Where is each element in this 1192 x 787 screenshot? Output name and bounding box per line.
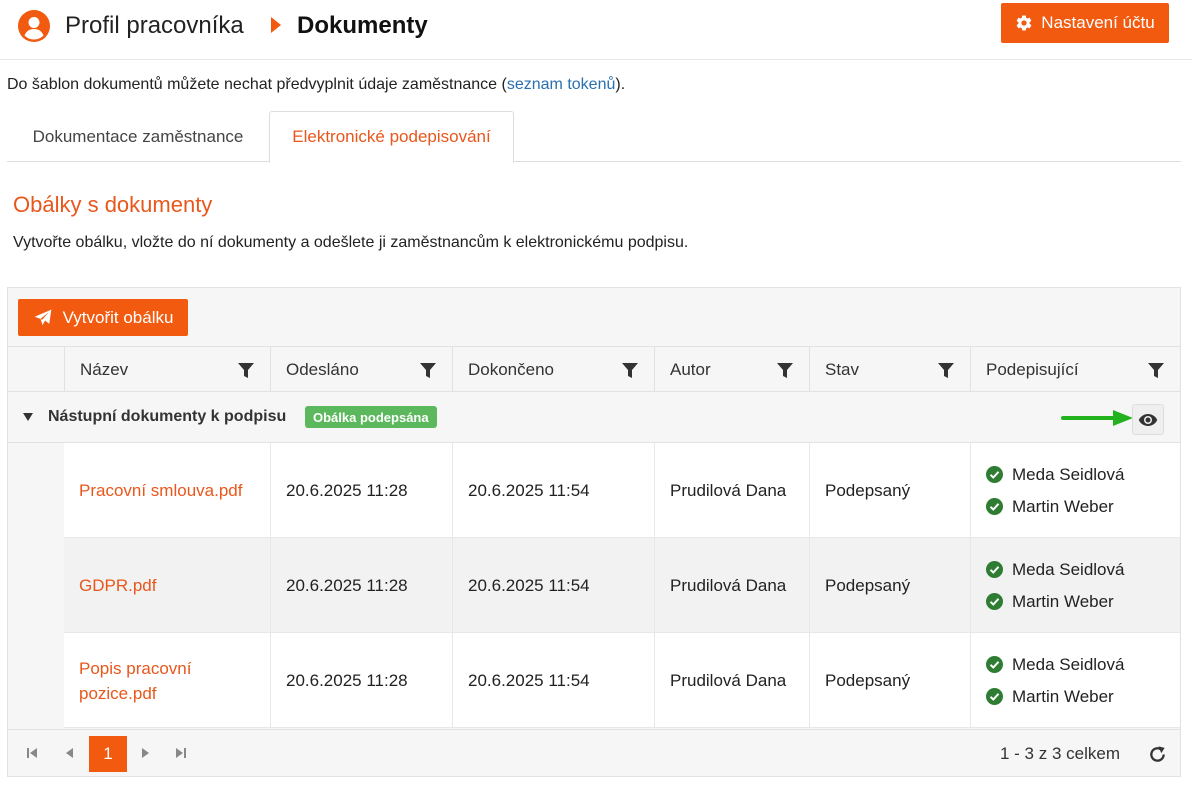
check-circle-icon — [986, 593, 1003, 610]
status-cell: Podepsaný — [809, 538, 970, 633]
completed-cell: 20.6.2025 11:54 — [452, 633, 654, 728]
document-link[interactable]: Pracovní smlouva.pdf — [64, 443, 270, 538]
tab-bar: Dokumentace zaměstnance Elektronické pod… — [7, 111, 1181, 163]
filter-icon[interactable] — [777, 363, 793, 379]
pager-info: 1 - 3 z 3 celkem — [1000, 744, 1120, 763]
signer-item: Meda Seidlová — [986, 465, 1124, 485]
paper-plane-icon — [34, 309, 51, 325]
token-info-text-end: ). — [615, 76, 626, 93]
signers-cell: Meda Seidlová Martin Weber — [970, 538, 1180, 633]
status-cell: Podepsaný — [809, 443, 970, 538]
signers-cell: Meda Seidlová Martin Weber — [970, 443, 1180, 538]
section-description: Vytvořte obálku, vložte do ní dokumenty … — [13, 234, 689, 251]
table-row: Pracovní smlouva.pdf 20.6.2025 11:28 20.… — [64, 443, 1180, 538]
previous-page-icon[interactable] — [64, 747, 76, 759]
check-circle-icon — [986, 656, 1003, 673]
envelope-group-row: Nástupní dokumenty k podpisu Obálka pode… — [8, 392, 1180, 443]
column-header-sent[interactable]: Odesláno — [270, 347, 452, 392]
page-title: Dokumenty — [297, 12, 428, 39]
column-header-label: Autor — [670, 359, 711, 379]
sent-cell: 20.6.2025 11:28 — [270, 443, 452, 538]
envelopes-grid: Vytvořit obálku Název Odesláno Dokončeno… — [7, 287, 1181, 777]
page-button-current[interactable]: 1 — [89, 736, 127, 772]
first-page-icon[interactable] — [26, 747, 38, 759]
section-title: Obálky s dokumenty — [13, 192, 213, 217]
view-envelope-button[interactable] — [1132, 404, 1164, 435]
document-link[interactable]: GDPR.pdf — [64, 538, 270, 633]
sent-cell: 20.6.2025 11:28 — [270, 633, 452, 728]
tab-electronic-signing[interactable]: Elektronické podepisování — [269, 111, 514, 163]
filter-icon[interactable] — [420, 363, 436, 379]
check-circle-icon — [986, 498, 1003, 515]
caret-down-icon[interactable] — [23, 413, 33, 421]
refresh-icon[interactable] — [1148, 745, 1167, 764]
column-header-label: Podepisující — [986, 359, 1079, 379]
column-header-name[interactable]: Název — [64, 347, 270, 392]
arrow-right-icon — [1061, 410, 1133, 426]
token-info-text: Do šablon dokumentů můžete nechat předvy… — [7, 76, 507, 93]
column-header-label: Odesláno — [286, 359, 359, 379]
check-circle-icon — [986, 561, 1003, 578]
author-cell: Prudilová Dana — [654, 633, 809, 728]
sent-cell: 20.6.2025 11:28 — [270, 538, 452, 633]
page-header: Profil pracovníka Dokumenty Nastavení úč… — [0, 0, 1192, 60]
signer-name: Meda Seidlová — [1012, 559, 1125, 579]
column-header-completed[interactable]: Dokončeno — [452, 347, 654, 392]
caret-right-icon — [271, 17, 281, 33]
grid-header: Název Odesláno Dokončeno Autor Stav Pode… — [8, 346, 1180, 392]
column-header-status[interactable]: Stav — [809, 347, 970, 392]
table-row: Popis pracovní pozice.pdf 20.6.2025 11:2… — [64, 633, 1180, 728]
signer-item: Martin Weber — [986, 497, 1114, 517]
status-cell: Podepsaný — [809, 633, 970, 728]
column-header-label: Dokončeno — [468, 359, 555, 379]
signers-cell: Meda Seidlová Martin Weber — [970, 633, 1180, 728]
account-settings-label: Nastavení účtu — [1041, 13, 1155, 32]
author-cell: Prudilová Dana — [654, 538, 809, 633]
account-settings-button[interactable]: Nastavení účtu — [1001, 3, 1169, 43]
column-header-signers[interactable]: Podepisující — [970, 347, 1180, 392]
check-circle-icon — [986, 466, 1003, 483]
completed-cell: 20.6.2025 11:54 — [452, 538, 654, 633]
next-page-icon[interactable] — [139, 747, 151, 759]
status-badge: Obálka podepsána — [305, 406, 437, 428]
column-header-label: Název — [80, 359, 129, 379]
create-envelope-label: Vytvořit obálku — [62, 307, 174, 327]
token-info: Do šablon dokumentů můžete nechat předvy… — [7, 76, 625, 94]
envelope-title: Nástupní dokumenty k podpisu — [48, 408, 287, 425]
gear-icon — [1016, 15, 1032, 31]
filter-icon[interactable] — [938, 363, 954, 379]
last-page-icon[interactable] — [175, 747, 187, 759]
signer-item: Martin Weber — [986, 592, 1114, 612]
signer-name: Martin Weber — [1012, 591, 1114, 611]
filter-icon[interactable] — [238, 363, 254, 379]
column-header-label: Stav — [825, 359, 860, 379]
signer-item: Meda Seidlová — [986, 560, 1124, 580]
pager: 1 1 - 3 z 3 celkem — [8, 729, 1180, 776]
tab-employee-documentation[interactable]: Dokumentace zaměstnance — [7, 111, 269, 162]
completed-cell: 20.6.2025 11:54 — [452, 443, 654, 538]
signer-name: Meda Seidlová — [1012, 654, 1125, 674]
author-cell: Prudilová Dana — [654, 443, 809, 538]
signer-item: Meda Seidlová — [986, 655, 1124, 675]
signer-name: Martin Weber — [1012, 686, 1114, 706]
signer-name: Meda Seidlová — [1012, 464, 1125, 484]
create-envelope-button[interactable]: Vytvořit obálku — [18, 299, 188, 336]
check-circle-icon — [986, 688, 1003, 705]
document-link[interactable]: Popis pracovní pozice.pdf — [64, 633, 270, 728]
token-list-link[interactable]: seznam tokenů — [507, 76, 616, 93]
filter-icon[interactable] — [622, 363, 638, 379]
filter-icon[interactable] — [1148, 363, 1164, 379]
signer-item: Martin Weber — [986, 687, 1114, 707]
table-row: GDPR.pdf 20.6.2025 11:28 20.6.2025 11:54… — [64, 538, 1180, 633]
eye-icon — [1138, 413, 1158, 426]
signer-name: Martin Weber — [1012, 496, 1114, 516]
column-header-author[interactable]: Autor — [654, 347, 809, 392]
breadcrumb-profile[interactable]: Profil pracovníka — [65, 12, 244, 40]
user-circle-icon — [18, 10, 50, 42]
